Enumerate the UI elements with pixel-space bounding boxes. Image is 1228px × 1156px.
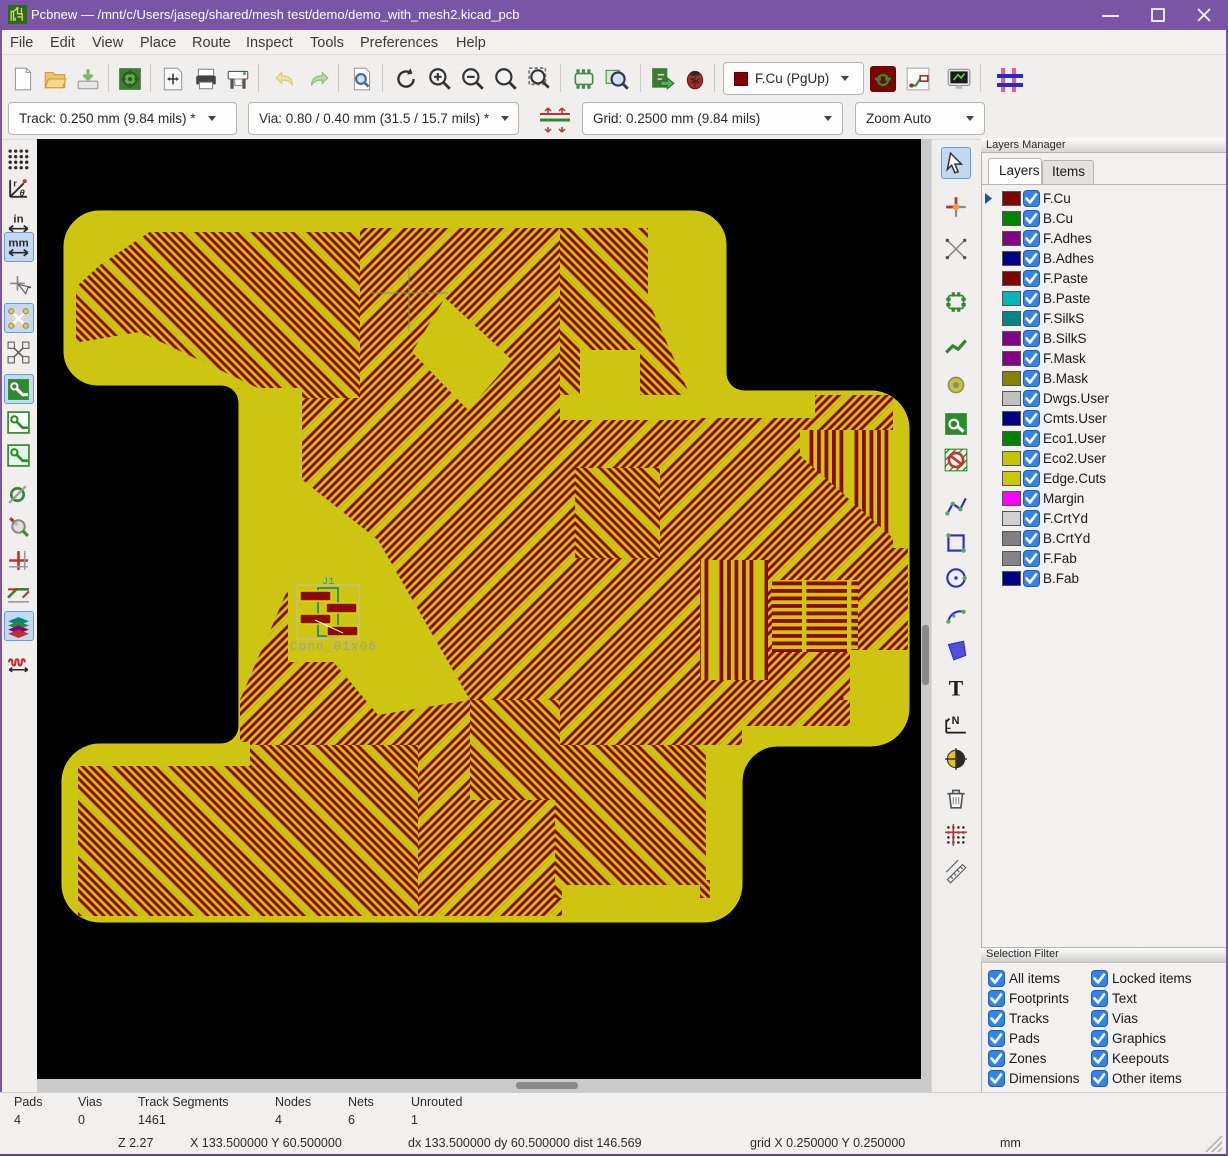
svg-text:r: r	[13, 178, 17, 188]
svg-text:θ: θ	[20, 188, 26, 198]
svg-text:T: T	[949, 677, 964, 701]
svg-text:in: in	[13, 213, 23, 225]
svg-text:Conn_01x06: Conn_01x06	[290, 640, 377, 654]
svg-text:mm: mm	[8, 237, 28, 249]
svg-text:J1: J1	[322, 576, 335, 588]
svg-text:N: N	[952, 715, 960, 727]
